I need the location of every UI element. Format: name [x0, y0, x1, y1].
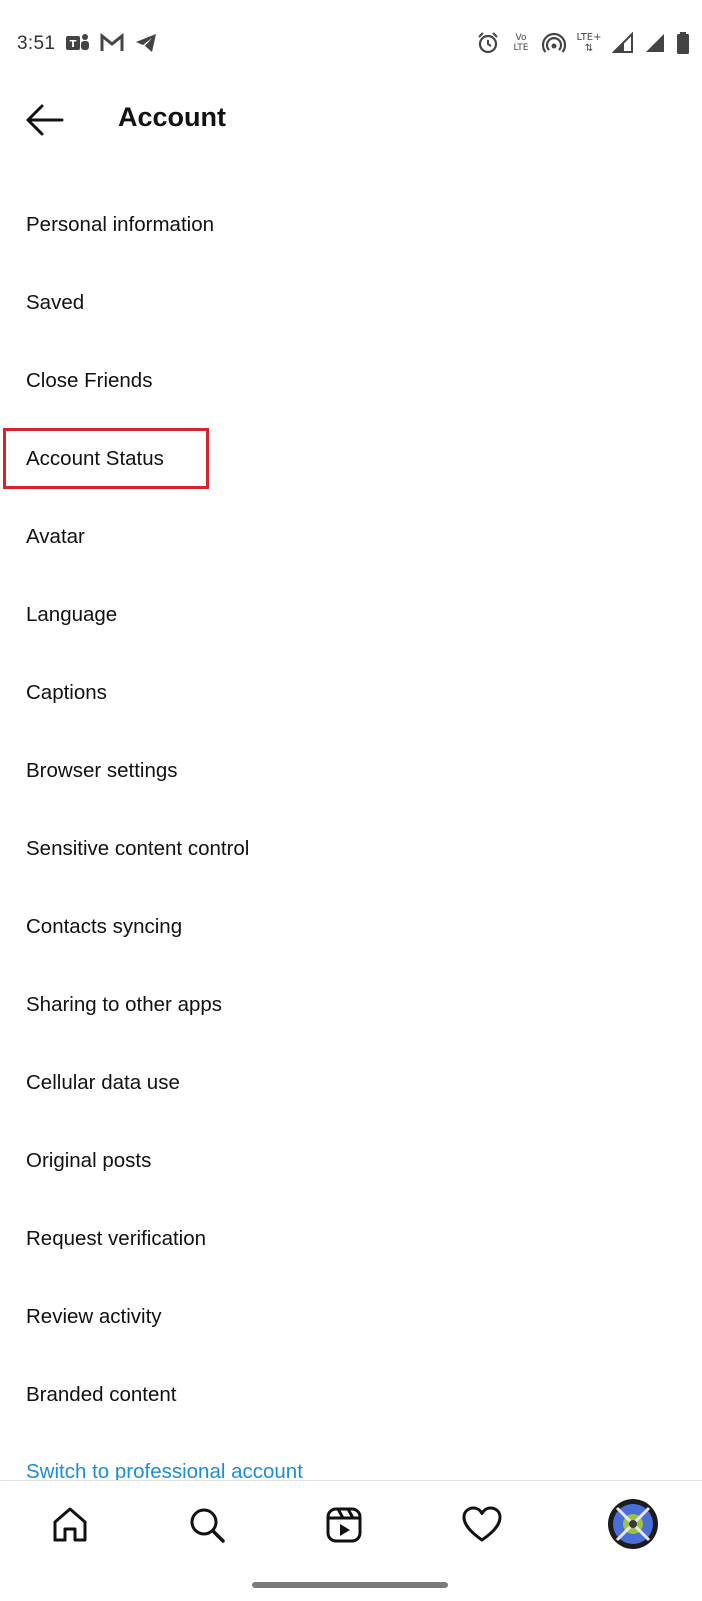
volte-icon: Vo LTE [510, 33, 532, 53]
menu-item-cellular-data-use[interactable]: Cellular data use [0, 1044, 702, 1122]
nav-activity-button[interactable] [458, 1501, 506, 1549]
lte-label: LTE+ [576, 32, 602, 43]
back-button[interactable] [22, 100, 66, 140]
signal-icon [612, 32, 634, 54]
svg-text:T: T [70, 39, 77, 50]
nav-search-button[interactable] [183, 1501, 231, 1549]
volte-label-bottom: LTE [513, 43, 529, 53]
menu-item-personal-information[interactable]: Personal information [0, 186, 702, 264]
profile-avatar[interactable] [608, 1499, 658, 1549]
search-icon [190, 1508, 225, 1543]
telegram-icon [134, 32, 158, 54]
reels-icon [326, 1507, 362, 1543]
menu-item-account-status[interactable]: Account Status [0, 420, 702, 498]
menu-item-review-activity[interactable]: Review activity [0, 1278, 702, 1356]
menu-item-saved[interactable]: Saved [0, 264, 702, 342]
menu-item-captions[interactable]: Captions [0, 654, 702, 732]
menu-item-sensitive-content-control[interactable]: Sensitive content control [0, 810, 702, 888]
account-settings-list: Personal information Saved Close Friends… [0, 186, 702, 1434]
header: Account [0, 88, 702, 152]
hotspot-icon [542, 32, 566, 54]
alarm-icon [476, 31, 500, 55]
data-arrows-icon: ⇅ [584, 43, 594, 54]
menu-item-contacts-syncing[interactable]: Contacts syncing [0, 888, 702, 966]
status-bar: 3:51 T Vo LTE LTE+ ⇅ [0, 0, 702, 88]
heart-icon [462, 1506, 502, 1542]
avatar-image [613, 1504, 653, 1544]
page-title: Account [118, 102, 226, 132]
battery-icon [676, 31, 690, 55]
menu-item-request-verification[interactable]: Request verification [0, 1200, 702, 1278]
menu-item-avatar[interactable]: Avatar [0, 498, 702, 576]
home-indicator[interactable] [252, 1582, 448, 1588]
system-icons: Vo LTE LTE+ ⇅ [476, 28, 690, 58]
signal-icon-2 [644, 32, 666, 54]
menu-item-browser-settings[interactable]: Browser settings [0, 732, 702, 810]
status-time: 3:51 [17, 33, 56, 54]
menu-item-close-friends[interactable]: Close Friends [0, 342, 702, 420]
notification-icons: T [64, 30, 158, 56]
menu-item-sharing-to-other-apps[interactable]: Sharing to other apps [0, 966, 702, 1044]
menu-item-branded-content[interactable]: Branded content [0, 1356, 702, 1434]
teams-icon: T [64, 32, 90, 54]
nav-reels-button[interactable] [320, 1501, 368, 1549]
menu-item-language[interactable]: Language [0, 576, 702, 654]
lte-icon: LTE+ ⇅ [576, 32, 602, 54]
volte-label-top: Vo [515, 33, 527, 43]
arrow-left-icon [26, 104, 64, 136]
nav-home-button[interactable] [46, 1501, 94, 1549]
home-icon [53, 1507, 87, 1542]
gmail-icon [100, 33, 124, 53]
menu-item-original-posts[interactable]: Original posts [0, 1122, 702, 1200]
bottom-nav [0, 1480, 702, 1601]
